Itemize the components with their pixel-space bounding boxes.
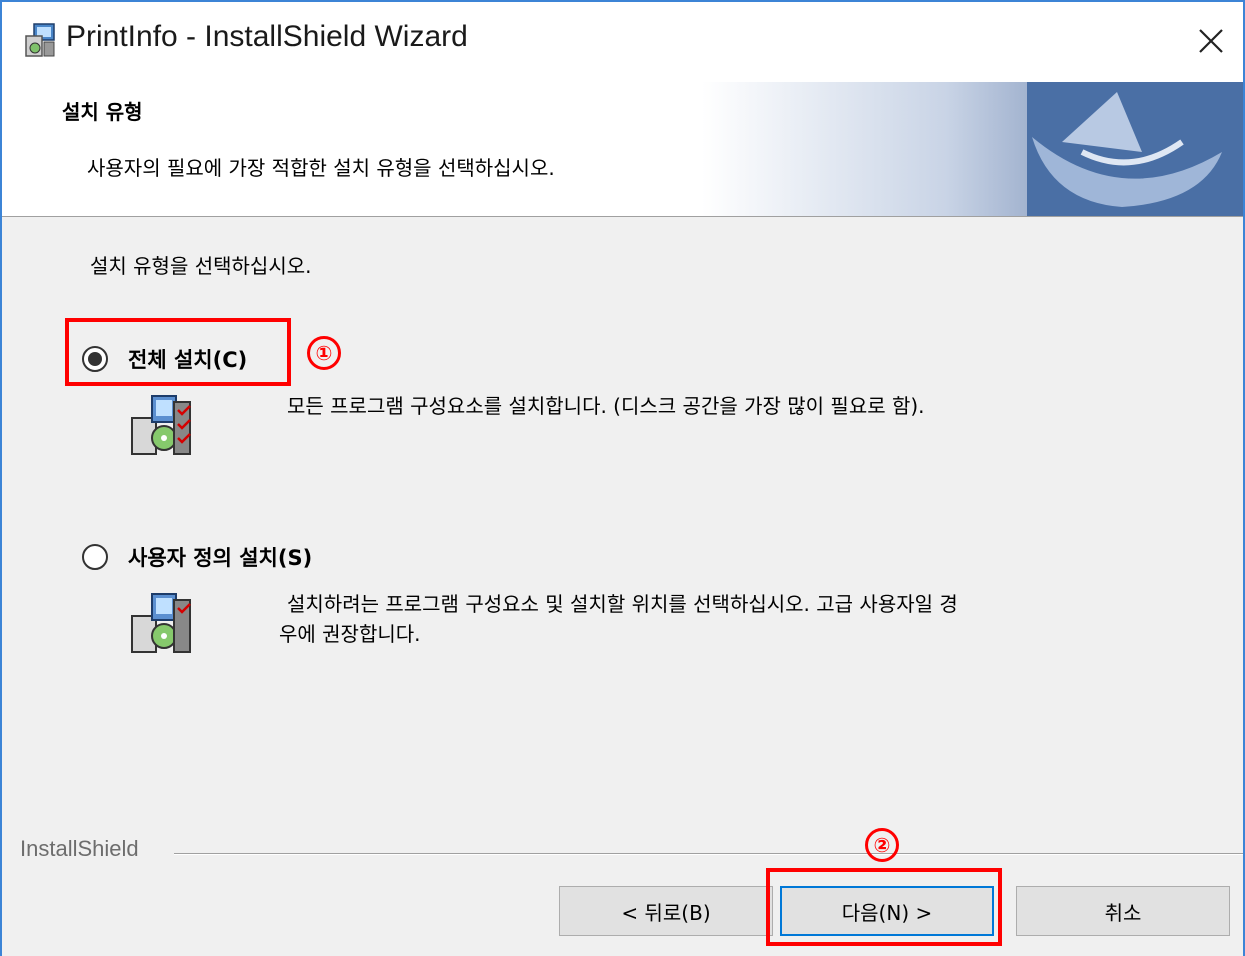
window-title: PrintInfo - InstallShield Wizard [66,20,468,53]
annotation-highlight-next-button [766,868,1002,946]
annotation-marker-1: ① [307,336,341,370]
close-button[interactable] [1179,2,1243,80]
cancel-button[interactable]: 취소 [1016,886,1230,936]
custom-install-label: 사용자 정의 설치(S) [128,546,313,570]
installer-window: PrintInfo - InstallShield Wizard 설치 유형 사… [0,0,1245,956]
close-icon [1199,29,1223,53]
installshield-brand-label: InstallShield [20,836,139,861]
wizard-header: 설치 유형 사용자의 필요에 가장 적합한 설치 유형을 선택하십시오. [2,82,1243,217]
back-button[interactable]: < 뒤로(B) [559,886,773,936]
radio-button-unselected[interactable] [82,544,108,570]
footer-divider [174,853,1243,855]
custom-install-description: 설치하려는 프로그램 구성요소 및 설치할 위치를 선택하십시오. 고급 사용자… [279,589,958,649]
header-subtitle: 사용자의 필요에 가장 적합한 설치 유형을 선택하십시오. [87,156,555,180]
header-title: 설치 유형 [62,100,143,124]
title-bar: PrintInfo - InstallShield Wizard [2,2,1243,82]
annotation-marker-2: ② [865,828,899,862]
install-type-prompt: 설치 유형을 선택하십시오. [90,254,312,278]
custom-install-description-line2: 우에 권장합니다. [279,622,421,646]
installshield-banner-graphic [702,82,1243,216]
custom-install-icon [131,593,191,653]
installer-app-icon [25,23,55,57]
complete-install-description: 모든 프로그램 구성요소를 설치합니다. (디스크 공간을 가장 많이 필요로 … [287,394,925,418]
complete-install-icon [131,395,191,455]
annotation-highlight-complete-install [65,318,291,386]
custom-install-description-line1: 설치하려는 프로그램 구성요소 및 설치할 위치를 선택하십시오. 고급 사용자… [287,592,958,616]
custom-install-radio[interactable]: 사용자 정의 설치(S) [82,542,312,572]
